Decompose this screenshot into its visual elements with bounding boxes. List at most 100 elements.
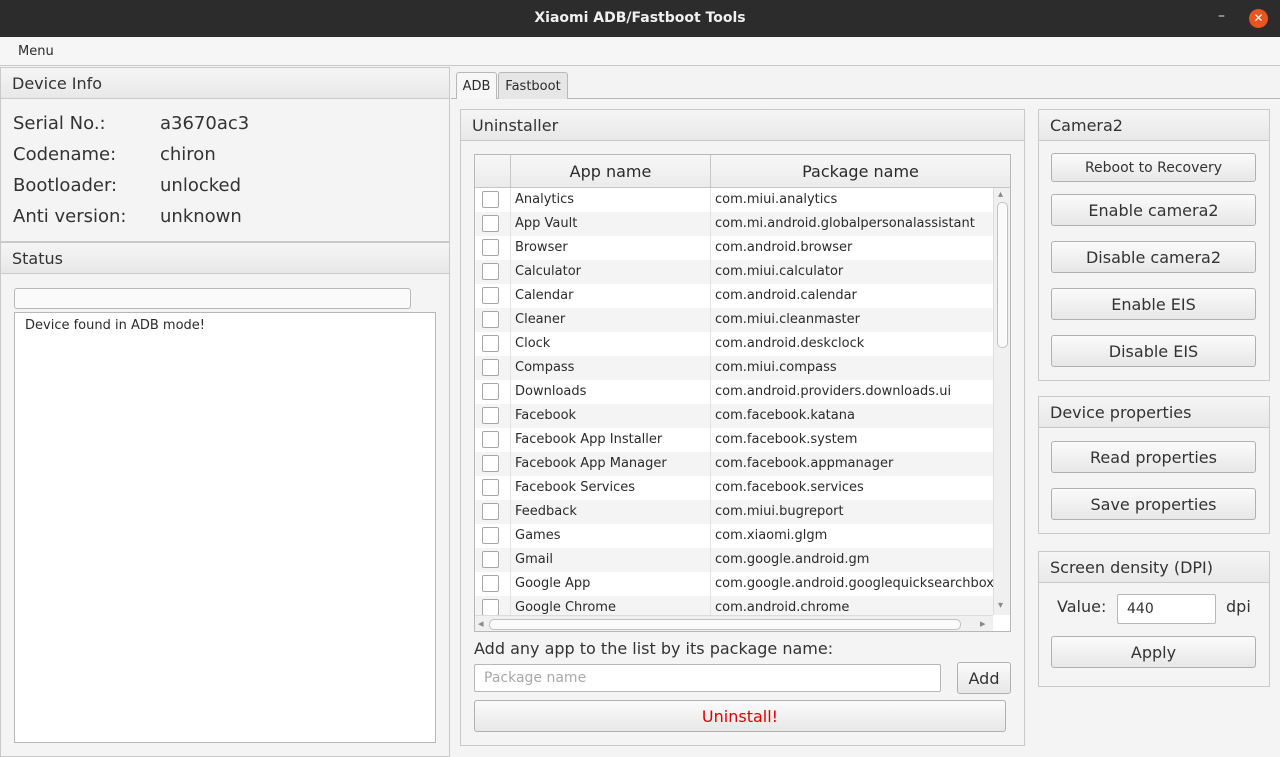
package-name-cell: com.miui.analytics: [715, 192, 838, 207]
column-divider: [710, 356, 711, 380]
anti-version-value: unknown: [160, 206, 242, 227]
row-checkbox[interactable]: [482, 191, 499, 208]
status-log[interactable]: Device found in ADB mode!: [14, 312, 436, 743]
horizontal-scroll-thumb[interactable]: [489, 619, 961, 630]
scroll-down-icon[interactable]: ▾: [998, 600, 1003, 611]
row-checkbox[interactable]: [482, 503, 499, 520]
table-row[interactable]: Facebook App Manager com.facebook.appmana…: [475, 452, 993, 476]
row-checkbox[interactable]: [482, 599, 499, 615]
minimize-icon[interactable]: –: [1218, 8, 1232, 28]
scroll-up-icon[interactable]: ▴: [998, 189, 1003, 200]
app-name-cell: Analytics: [515, 192, 575, 207]
table-row[interactable]: Gmail com.google.android.gm: [475, 548, 993, 572]
column-divider: [510, 596, 511, 615]
scroll-right-icon[interactable]: ▸: [980, 617, 986, 630]
row-checkbox[interactable]: [482, 359, 499, 376]
tab-fastboot[interactable]: Fastboot: [498, 72, 568, 99]
column-divider: [510, 524, 511, 548]
package-name-cell: com.android.providers.downloads.ui: [715, 384, 952, 399]
app-name-cell: Gmail: [515, 552, 553, 567]
app-name-cell: Facebook Services: [515, 480, 636, 495]
app-name-cell: Compass: [515, 360, 575, 375]
disable-camera2-button[interactable]: Disable camera2: [1051, 241, 1256, 273]
column-divider: [510, 452, 511, 476]
row-checkbox[interactable]: [482, 335, 499, 352]
table-row[interactable]: Compass com.miui.compass: [475, 356, 993, 380]
save-properties-button[interactable]: Save properties: [1051, 488, 1256, 520]
column-divider: [510, 548, 511, 572]
bootloader-label: Bootloader:: [13, 175, 118, 196]
row-checkbox[interactable]: [482, 431, 499, 448]
vertical-scrollbar[interactable]: ▴ ▾: [993, 188, 1010, 615]
disable-eis-button[interactable]: Disable EIS: [1051, 335, 1256, 367]
device-properties-header: Device properties: [1039, 397, 1269, 428]
app-name-cell: Calendar: [515, 288, 574, 303]
row-checkbox[interactable]: [482, 479, 499, 496]
column-package-name[interactable]: Package name: [711, 155, 1010, 188]
app-name-cell: Browser: [515, 240, 568, 255]
table-row[interactable]: Google App com.google.android.googlequick…: [475, 572, 993, 596]
row-checkbox[interactable]: [482, 383, 499, 400]
apply-dpi-button[interactable]: Apply: [1051, 636, 1256, 668]
column-divider: [710, 188, 711, 212]
tab-adb[interactable]: ADB: [456, 72, 497, 99]
row-checkbox[interactable]: [482, 575, 499, 592]
uninstall-button[interactable]: Uninstall!: [474, 700, 1006, 732]
row-checkbox[interactable]: [482, 527, 499, 544]
codename-label: Codename:: [13, 144, 117, 165]
row-checkbox[interactable]: [482, 455, 499, 472]
row-checkbox[interactable]: [482, 239, 499, 256]
menu-button[interactable]: Menu: [18, 44, 54, 59]
package-name-cell: com.google.android.googlequicksearchbox: [715, 576, 993, 591]
table-row[interactable]: Games com.xiaomi.glgm: [475, 524, 993, 548]
table-row[interactable]: Clock com.android.deskclock: [475, 332, 993, 356]
row-checkbox[interactable]: [482, 551, 499, 568]
add-button[interactable]: Add: [957, 662, 1011, 694]
column-app-name[interactable]: App name: [511, 155, 711, 188]
table-row[interactable]: Calendar com.android.calendar: [475, 284, 993, 308]
app-name-cell: Clock: [515, 336, 551, 351]
close-icon[interactable]: ✕: [1249, 9, 1268, 28]
row-checkbox[interactable]: [482, 407, 499, 424]
enable-camera2-button[interactable]: Enable camera2: [1051, 194, 1256, 226]
package-name-cell: com.android.deskclock: [715, 336, 865, 351]
enable-eis-button[interactable]: Enable EIS: [1051, 288, 1256, 320]
row-checkbox[interactable]: [482, 311, 499, 328]
app-name-cell: Calculator: [515, 264, 582, 279]
table-row[interactable]: Calculator com.miui.calculator: [475, 260, 993, 284]
table-row[interactable]: Facebook Services com.facebook.services: [475, 476, 993, 500]
row-checkbox[interactable]: [482, 287, 499, 304]
column-divider: [710, 260, 711, 284]
row-checkbox[interactable]: [482, 263, 499, 280]
table-row[interactable]: App Vault com.mi.android.globalpersonalas…: [475, 212, 993, 236]
column-divider: [710, 476, 711, 500]
table-row[interactable]: Browser com.android.browser: [475, 236, 993, 260]
column-divider: [710, 380, 711, 404]
table-row[interactable]: Facebook com.facebook.katana: [475, 404, 993, 428]
table-row[interactable]: Google Chrome com.android.chrome: [475, 596, 993, 615]
package-name-cell: com.facebook.services: [715, 480, 864, 495]
column-divider: [710, 404, 711, 428]
table-row[interactable]: Downloads com.android.providers.downloads…: [475, 380, 993, 404]
reboot-recovery-button[interactable]: Reboot to Recovery: [1051, 153, 1256, 182]
row-checkbox[interactable]: [482, 215, 499, 232]
column-divider: [510, 308, 511, 332]
bootloader-value: unlocked: [160, 175, 242, 196]
column-divider: [510, 332, 511, 356]
horizontal-scrollbar[interactable]: ◂ ▸: [475, 615, 993, 631]
table-row[interactable]: Cleaner com.miui.cleanmaster: [475, 308, 993, 332]
dpi-value-input[interactable]: [1117, 594, 1216, 624]
uninstaller-header: Uninstaller: [461, 110, 1024, 141]
package-name-cell: com.miui.calculator: [715, 264, 844, 279]
vertical-scroll-thumb[interactable]: [997, 202, 1008, 348]
table-row[interactable]: Analytics com.miui.analytics: [475, 188, 993, 212]
package-name-input[interactable]: [474, 664, 941, 692]
table-row[interactable]: Facebook App Installer com.facebook.syste…: [475, 428, 993, 452]
column-divider: [710, 452, 711, 476]
column-divider: [710, 572, 711, 596]
read-properties-button[interactable]: Read properties: [1051, 441, 1256, 473]
column-divider: [510, 476, 511, 500]
column-divider: [510, 212, 511, 236]
table-row[interactable]: Feedback com.miui.bugreport: [475, 500, 993, 524]
scroll-left-icon[interactable]: ◂: [478, 617, 484, 630]
